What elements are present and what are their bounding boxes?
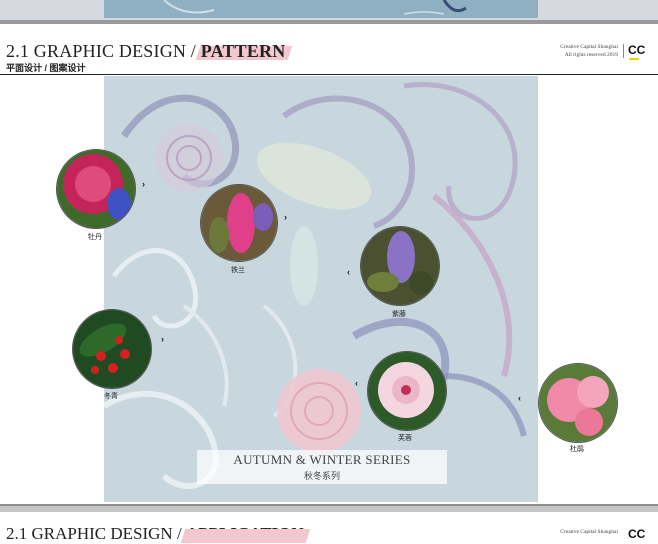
flower-peony-photo xyxy=(56,149,136,229)
page-title: 2.1 GRAPHIC DESIGN / PATTERN xyxy=(6,41,292,62)
cc-logo: CC xyxy=(628,43,646,57)
flower-wisteria-photo xyxy=(360,226,440,306)
next-page-title: 2.1 GRAPHIC DESIGN / APPLICATION xyxy=(6,524,310,544)
flower-label-tillandsia: 铁兰 xyxy=(231,267,245,274)
section-keyword: PATTERN xyxy=(195,41,292,61)
flower-label-azalea: 杜鹃 xyxy=(570,446,584,453)
chevron-right-icon: › xyxy=(284,212,287,222)
flower-tillandsia-photo xyxy=(200,184,278,262)
header-rule xyxy=(0,74,658,75)
pattern-artwork xyxy=(104,76,538,502)
page-separator-line xyxy=(0,504,658,506)
flower-holly-photo xyxy=(72,309,152,389)
series-title-zh: 秋冬系列 xyxy=(303,471,340,481)
previous-page-artwork xyxy=(104,0,538,18)
series-title-en: AUTUMN & WINTER SERIES xyxy=(233,452,411,467)
page-subtitle: 平面设计 / 图案设计 xyxy=(6,63,86,73)
flower-label-wisteria: 紫藤 xyxy=(392,311,406,318)
series-banner: AUTUMN & WINTER SERIES 秋冬系列 xyxy=(197,450,447,484)
brand-text: Creative Capital Shanghai All rights res… xyxy=(560,44,618,58)
chevron-left-icon: ‹ xyxy=(347,267,350,277)
cc-logo-bar xyxy=(629,58,639,60)
next-cc-logo: CC xyxy=(628,527,646,541)
chevron-left-icon: ‹ xyxy=(518,393,521,403)
section-title: 2.1 GRAPHIC DESIGN / xyxy=(6,41,197,61)
flower-label-hibiscus: 芙蓉 xyxy=(398,435,412,442)
flower-hibiscus-photo xyxy=(367,351,447,431)
chevron-right-icon: › xyxy=(161,334,164,344)
flower-label-peony: 牡丹 xyxy=(88,234,102,241)
next-brand-text: Creative Capital Shanghai xyxy=(560,529,618,535)
chevron-right-icon: › xyxy=(142,179,145,189)
previous-artwork-scrolls xyxy=(163,0,467,15)
ornamental-pattern xyxy=(104,82,527,489)
flower-label-holly: 冬青 xyxy=(104,393,118,400)
logo-divider xyxy=(623,44,624,58)
flower-azalea-photo xyxy=(538,363,618,443)
chevron-left-icon: ‹ xyxy=(355,378,358,388)
